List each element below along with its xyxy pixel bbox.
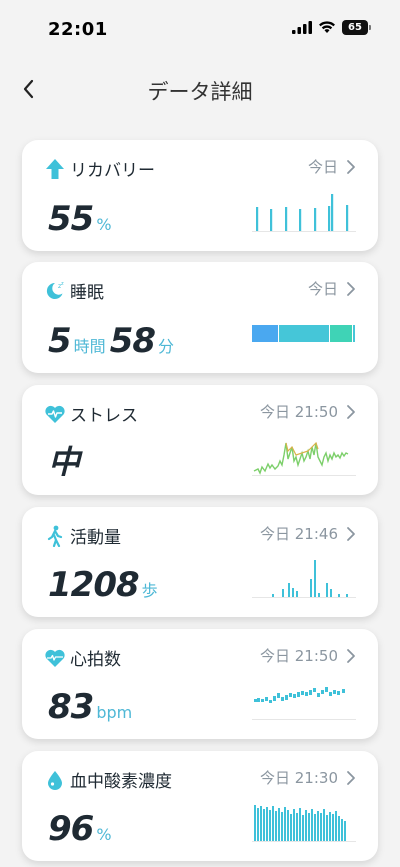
card-meta: 今日 21:30	[260, 767, 356, 788]
sleep-hours: 5	[48, 321, 72, 361]
card-stress[interactable]: ストレス 今日 21:50 中	[22, 385, 378, 495]
card-date: 今日	[307, 158, 338, 176]
card-date: 今日 21:30	[260, 769, 338, 787]
nav-bar: データ詳細	[0, 62, 400, 118]
value-row: 83 bpm	[48, 687, 136, 727]
stress-level: 中	[48, 443, 80, 481]
signal-icon	[292, 21, 312, 34]
status-time: 22:01	[48, 19, 108, 40]
walking-person-icon	[44, 525, 66, 547]
sleep-stage-bar	[252, 325, 355, 342]
blood-oxygen-value: 96	[48, 809, 94, 849]
recovery-value: 55	[48, 199, 94, 239]
heart-wave-icon	[44, 403, 66, 425]
card-header: 血中酸素濃度	[44, 767, 172, 792]
status-icons: 65	[292, 20, 371, 35]
arrow-up-icon	[44, 158, 66, 180]
chevron-right-icon	[347, 526, 355, 541]
card-title: 心拍数	[70, 650, 121, 670]
chevron-right-icon	[347, 404, 355, 419]
water-drop-icon	[44, 769, 66, 791]
card-title: ストレス	[70, 406, 138, 426]
card-blood-oxygen[interactable]: 血中酸素濃度 今日 21:30 96 %	[22, 751, 378, 861]
card-meta: 今日 21:46	[260, 523, 356, 544]
card-sleep[interactable]: z z 睡眠 今日 5 時間 58 分	[22, 262, 378, 373]
card-date: 今日 21:46	[260, 525, 338, 543]
card-title: 血中酸素濃度	[70, 772, 172, 792]
chevron-right-icon	[347, 281, 355, 296]
card-header: ストレス	[44, 401, 138, 426]
card-meta: 今日	[308, 278, 356, 299]
stress-mini-chart	[252, 441, 356, 476]
value-row: 1208 歩	[48, 565, 162, 605]
activity-mini-chart	[252, 560, 356, 598]
card-meta: 今日 21:50	[260, 645, 356, 666]
card-header: 心拍数	[44, 645, 121, 670]
card-activity[interactable]: 活動量 今日 21:46 1208 歩	[22, 507, 378, 617]
steps-value: 1208	[48, 565, 140, 605]
blood-oxygen-unit: %	[96, 825, 112, 844]
value-row: 5 時間 58 分	[48, 321, 178, 361]
sleep-hours-unit: 時間	[73, 337, 106, 356]
chevron-right-icon	[347, 770, 355, 785]
sleep-minutes-unit: 分	[158, 337, 175, 356]
recovery-unit: %	[96, 215, 112, 234]
heart-rate-mini-chart	[252, 687, 356, 720]
heart-rate-value: 83	[48, 687, 94, 727]
card-heart-rate[interactable]: 心拍数 今日 21:50 83 bpm	[22, 629, 378, 739]
recovery-mini-chart	[252, 194, 356, 232]
page-title: データ詳細	[0, 76, 400, 106]
heart-rate-unit: bpm	[96, 703, 133, 722]
card-title: 睡眠	[70, 283, 104, 303]
wifi-icon	[319, 21, 335, 33]
value-row: 55 %	[48, 199, 116, 239]
card-header: リカバリー	[44, 156, 155, 181]
card-header: 活動量	[44, 523, 121, 548]
steps-unit: 歩	[141, 581, 158, 600]
sleep-minutes: 58	[109, 321, 156, 361]
card-date: 今日 21:50	[260, 403, 338, 421]
card-title: リカバリー	[70, 161, 155, 181]
card-meta: 今日	[308, 156, 356, 177]
card-recovery[interactable]: リカバリー 今日 55 %	[22, 140, 378, 251]
blood-oxygen-mini-chart	[252, 805, 356, 842]
moon-sleep-icon: z z	[44, 280, 66, 302]
status-bar: 22:01 65	[0, 0, 400, 58]
heart-pulse-icon	[44, 647, 66, 669]
card-header: z z 睡眠	[44, 278, 104, 303]
svg-text:z: z	[61, 281, 64, 287]
value-row: 中	[48, 437, 80, 483]
card-date: 今日 21:50	[260, 647, 338, 665]
value-row: 96 %	[48, 809, 116, 849]
page-title-text: データ詳細	[147, 80, 253, 104]
card-date: 今日	[307, 280, 338, 298]
card-title: 活動量	[70, 528, 121, 548]
battery-indicator: 65	[342, 20, 371, 35]
chevron-right-icon	[347, 159, 355, 174]
chevron-right-icon	[347, 648, 355, 663]
card-meta: 今日 21:50	[260, 401, 356, 422]
